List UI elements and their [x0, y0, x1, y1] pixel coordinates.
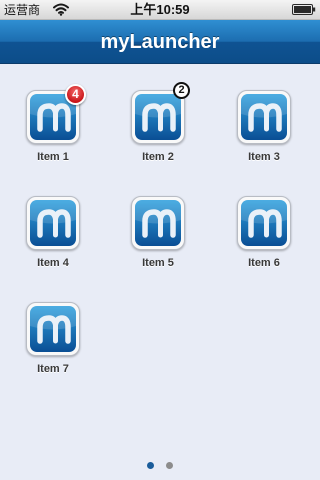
app-tile[interactable] — [237, 90, 291, 144]
app-tile[interactable] — [26, 302, 80, 356]
launcher-item-6[interactable]: Item 6 — [224, 196, 304, 286]
status-bar: 运营商 上午10:59 — [0, 0, 320, 20]
app-tile[interactable] — [26, 196, 80, 250]
item-label: Item 1 — [37, 151, 69, 163]
item-label: Item 3 — [248, 151, 280, 163]
app-tile[interactable] — [131, 196, 185, 250]
launcher-item-7[interactable]: Item 7 — [13, 302, 93, 392]
navigation-bar: myLauncher — [0, 20, 320, 64]
app-icon — [241, 200, 287, 246]
item-label: Item 6 — [248, 257, 280, 269]
item-label: Item 4 — [37, 257, 69, 269]
item-label: Item 2 — [142, 151, 174, 163]
app-tile[interactable] — [237, 196, 291, 250]
launcher-item-5[interactable]: Item 5 — [118, 196, 198, 286]
launcher-item-1[interactable]: 4 Item 1 — [13, 84, 93, 180]
page-title: myLauncher — [100, 31, 220, 53]
app-icon — [135, 200, 181, 246]
app-icon — [241, 94, 287, 140]
launcher-grid: 4 Item 1 2 Item 2 Item 3 Item 4 Item 5 I… — [0, 64, 320, 480]
notification-badge: 4 — [65, 84, 86, 105]
launcher-item-3[interactable]: Item 3 — [224, 90, 304, 180]
item-label: Item 7 — [37, 363, 69, 375]
app-icon — [30, 200, 76, 246]
launcher-item-4[interactable]: Item 4 — [13, 196, 93, 286]
app-icon — [135, 94, 181, 140]
page-dot-1[interactable] — [147, 462, 154, 469]
battery-icon — [292, 4, 316, 15]
notification-badge: 2 — [173, 82, 190, 99]
status-time: 上午10:59 — [130, 2, 190, 17]
item-label: Item 5 — [142, 257, 174, 269]
app-icon — [30, 306, 76, 352]
page-dot-2[interactable] — [166, 462, 173, 469]
launcher-item-2[interactable]: 2 Item 2 — [118, 82, 198, 180]
page-control[interactable] — [0, 462, 320, 470]
